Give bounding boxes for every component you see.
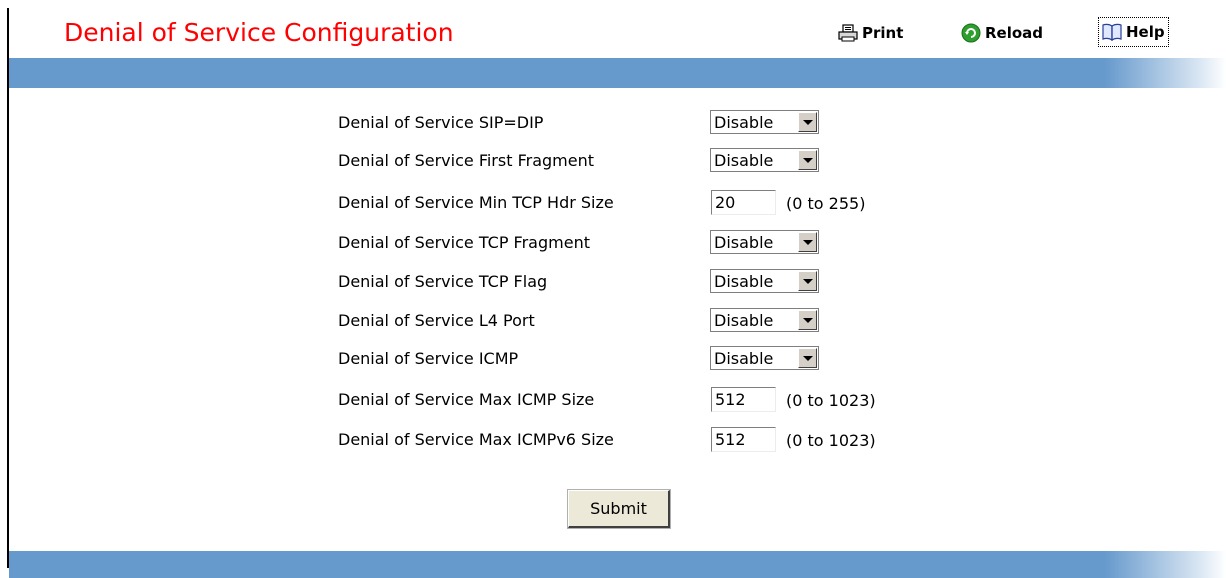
left-border-line (7, 8, 9, 568)
first-fragment-select[interactable]: Disable (710, 148, 819, 172)
form-row-first-fragment: Denial of Service First Fragment Disable (338, 142, 938, 178)
select-value: Disable (714, 348, 774, 368)
chevron-down-icon[interactable] (798, 150, 817, 170)
page-title: Denial of Service Configuration (64, 18, 454, 47)
sip-dip-select[interactable]: Disable (710, 110, 819, 134)
form-row-min-tcp-hdr-size: Denial of Service Min TCP Hdr Size 20 (0… (338, 184, 938, 220)
form-row-max-icmp-size: Denial of Service Max ICMP Size 512 (0 t… (338, 381, 938, 417)
range-hint: (0 to 1023) (786, 391, 876, 410)
form-row-tcp-flag: Denial of Service TCP Flag Disable (338, 263, 938, 299)
reload-icon (961, 23, 981, 43)
reload-label: Reload (985, 24, 1044, 42)
row-label: Denial of Service Max ICMP Size (338, 390, 595, 409)
form-row-l4-port: Denial of Service L4 Port Disable (338, 302, 938, 338)
select-value: Disable (714, 310, 774, 330)
header-band (9, 58, 1226, 88)
footer-band (9, 551, 1226, 578)
reload-button[interactable]: Reload (961, 20, 1043, 46)
form-row-sip-dip: Denial of Service SIP=DIP Disable (338, 104, 938, 140)
tcp-flag-select[interactable]: Disable (710, 269, 819, 293)
print-button[interactable]: Print (838, 20, 903, 46)
row-label: Denial of Service Max ICMPv6 Size (338, 430, 614, 449)
form-row-icmp: Denial of Service ICMP Disable (338, 340, 938, 376)
select-value: Disable (714, 271, 774, 291)
form-row-tcp-fragment: Denial of Service TCP Fragment Disable (338, 224, 938, 260)
row-label: Denial of Service TCP Flag (338, 272, 548, 291)
min-tcp-hdr-size-input[interactable]: 20 (711, 190, 776, 215)
icmp-select[interactable]: Disable (710, 346, 819, 370)
row-label: Denial of Service ICMP (338, 349, 519, 368)
row-label: Denial of Service SIP=DIP (338, 113, 544, 132)
chevron-down-icon[interactable] (798, 232, 817, 252)
row-label: Denial of Service TCP Fragment (338, 233, 590, 252)
l4-port-select[interactable]: Disable (710, 308, 819, 332)
form-row-max-icmpv6-size: Denial of Service Max ICMPv6 Size 512 (0… (338, 421, 938, 457)
chevron-down-icon[interactable] (798, 310, 817, 330)
chevron-down-icon[interactable] (798, 112, 817, 132)
max-icmp-size-input[interactable]: 512 (711, 387, 776, 412)
select-value: Disable (714, 150, 774, 170)
row-label: Denial of Service L4 Port (338, 311, 535, 330)
select-value: Disable (714, 232, 774, 252)
range-hint: (0 to 255) (786, 194, 866, 213)
range-hint: (0 to 1023) (786, 431, 876, 450)
max-icmpv6-size-input[interactable]: 512 (711, 427, 776, 452)
chevron-down-icon[interactable] (798, 348, 817, 368)
printer-icon (838, 23, 858, 43)
help-book-icon (1102, 22, 1122, 42)
row-label: Denial of Service First Fragment (338, 151, 594, 170)
chevron-down-icon[interactable] (798, 271, 817, 291)
tcp-fragment-select[interactable]: Disable (710, 230, 819, 254)
help-label: Help (1126, 23, 1165, 41)
submit-button[interactable]: Submit (567, 489, 671, 529)
select-value: Disable (714, 112, 774, 132)
print-label: Print (862, 24, 904, 42)
help-button[interactable]: Help (1098, 17, 1169, 47)
row-label: Denial of Service Min TCP Hdr Size (338, 193, 614, 212)
